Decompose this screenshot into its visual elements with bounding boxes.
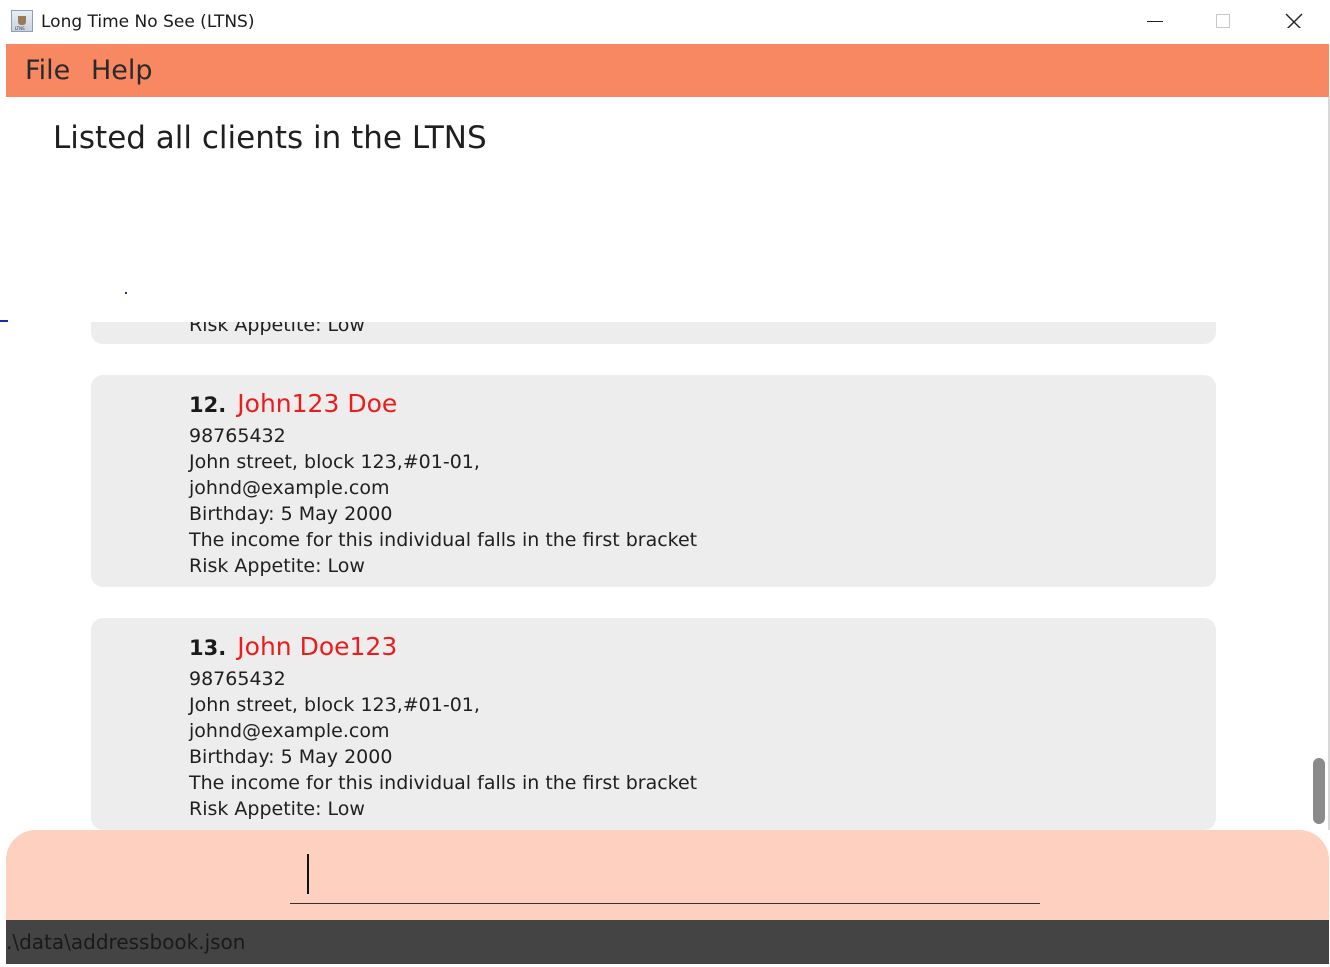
client-address: John street, block 123,#01-01, bbox=[189, 694, 480, 716]
client-name: John Doe123 bbox=[237, 632, 398, 661]
client-phone: 98765432 bbox=[189, 425, 286, 447]
title-bar[interactable]: LTNS Long Time No See (LTNS) bbox=[0, 0, 1330, 44]
app-window: LTNS Long Time No See (LTNS) File Help L… bbox=[0, 0, 1330, 967]
client-risk: Risk Appetite: Low bbox=[189, 798, 365, 820]
menu-file[interactable]: File bbox=[25, 55, 70, 86]
client-email: johnd@example.com bbox=[189, 477, 390, 499]
close-icon bbox=[1285, 13, 1303, 28]
maximize-button[interactable] bbox=[1200, 0, 1246, 44]
app-icon-text: LTNS bbox=[15, 26, 25, 31]
client-birthday: Birthday: 5 May 2000 bbox=[189, 746, 393, 768]
client-email: johnd@example.com bbox=[189, 720, 390, 742]
client-card[interactable]: 12. John123 Doe 98765432 John street, bl… bbox=[91, 375, 1216, 587]
client-phone: 98765432 bbox=[189, 668, 286, 690]
client-header: 12. John123 Doe bbox=[189, 389, 397, 418]
result-display: Listed all clients in the LTNS bbox=[53, 120, 487, 156]
scrollbar-thumb[interactable] bbox=[1313, 758, 1325, 824]
text-caret bbox=[307, 854, 309, 894]
status-bar: .\data\addressbook.json bbox=[6, 920, 1329, 964]
client-name: John123 Doe bbox=[237, 389, 398, 418]
client-risk: Risk Appetite: Low bbox=[189, 322, 365, 336]
ltns-app-icon: LTNS bbox=[11, 10, 33, 32]
client-list[interactable]: Risk Appetite: Low 12. John123 Doe 98765… bbox=[6, 322, 1329, 830]
menu-help[interactable]: Help bbox=[91, 55, 153, 86]
artifact-dot bbox=[125, 292, 127, 294]
client-header: 13. John Doe123 bbox=[189, 632, 397, 661]
command-input[interactable] bbox=[290, 844, 1040, 904]
menu-bar: File Help bbox=[6, 44, 1329, 97]
client-birthday: Birthday: 5 May 2000 bbox=[189, 503, 393, 525]
minimize-icon bbox=[1147, 21, 1163, 22]
window-title: Long Time No See (LTNS) bbox=[41, 12, 255, 32]
close-button[interactable] bbox=[1271, 0, 1317, 44]
client-income: The income for this individual falls in … bbox=[189, 529, 698, 551]
client-income: The income for this individual falls in … bbox=[189, 772, 698, 794]
cup-icon bbox=[18, 16, 26, 25]
client-index: 13. bbox=[189, 636, 227, 660]
client-risk: Risk Appetite: Low bbox=[189, 555, 365, 577]
client-card[interactable]: 13. John Doe123 98765432 John street, bl… bbox=[91, 618, 1216, 830]
maximize-icon bbox=[1216, 14, 1230, 28]
client-card-partial[interactable]: Risk Appetite: Low bbox=[91, 322, 1216, 344]
client-address: John street, block 123,#01-01, bbox=[189, 451, 480, 473]
save-location: .\data\addressbook.json bbox=[6, 930, 246, 954]
command-box bbox=[6, 830, 1329, 922]
minimize-button[interactable] bbox=[1132, 0, 1178, 44]
client-index: 12. bbox=[189, 393, 227, 417]
